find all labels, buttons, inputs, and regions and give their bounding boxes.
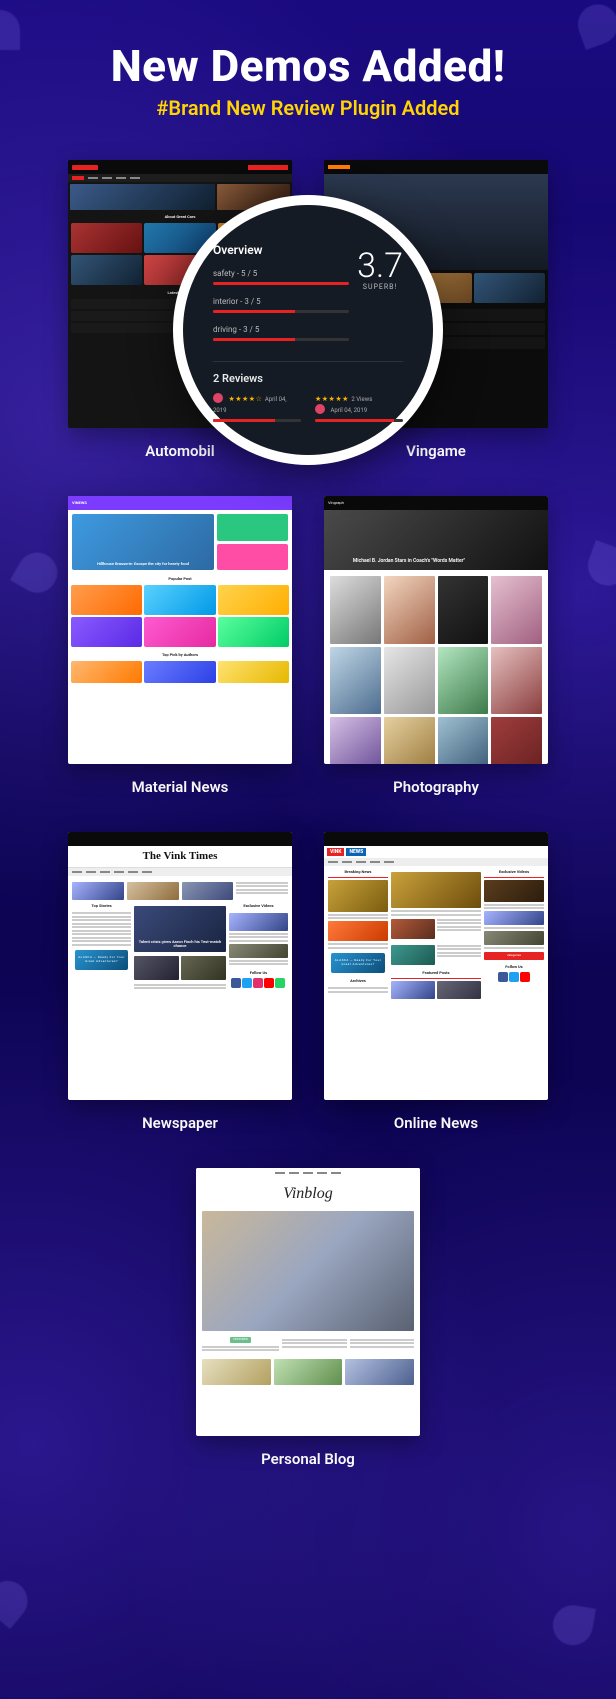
- photography-hero-caption: Michael B. Jordan Stars in Coach's "Word…: [330, 558, 488, 564]
- section-heading: Exclusive Videos: [484, 870, 544, 878]
- vinknews-logo: VINKNEWS: [324, 846, 548, 858]
- demo-label: Photography: [324, 778, 548, 796]
- materialnews-hero-caption: Hillhouse Brasserie: Escape the city for…: [75, 562, 211, 567]
- review-plugin-overview: Overview safety - 5 / 5 interior - 3 / 5…: [173, 195, 443, 465]
- review-item: ★★★★★ 2 Views April 04, 2019: [315, 393, 403, 422]
- vingame-logo: [328, 165, 350, 169]
- demo-newspaper[interactable]: The Vink Times Top Stories ALASKA — Read…: [68, 832, 292, 1132]
- hero-subtitle: #Brand New Review Plugin Added: [0, 96, 616, 120]
- section-heading: Follow Us: [229, 967, 288, 978]
- newspaper-masthead: The Vink Times: [68, 846, 292, 868]
- hero-title: New Demos Added!: [0, 40, 616, 92]
- demo-label: Online News: [324, 1114, 548, 1132]
- personal-hero-photo: [202, 1211, 414, 1331]
- demo-label: Newspaper: [68, 1114, 292, 1132]
- section-heading: Featured Posts: [391, 967, 481, 979]
- star-rating-icon: ★★★★★: [315, 395, 349, 403]
- automobil-logo: [72, 165, 98, 170]
- demo-photography[interactable]: Vingraph Michael B. Jordan Stars in Coac…: [324, 496, 548, 796]
- flower-decoration: [556, 1569, 616, 1659]
- section-heading: Archives: [328, 977, 388, 986]
- metric-safety: safety - 5 / 5: [213, 269, 349, 285]
- overview-score: 3.7 SUPERB!: [357, 243, 403, 291]
- section-heading: Top Pick by Authors: [68, 650, 292, 658]
- demo-personal-blog[interactable]: Vinblog FEATURED Personal Blog: [196, 1168, 420, 1468]
- metric-driving: driving - 3 / 5: [213, 325, 349, 341]
- review-item: ★★★★☆ April 04, 2019: [213, 393, 301, 422]
- vinews-logo: VINEWS: [72, 501, 87, 506]
- vinblog-logo: Vinblog: [196, 1178, 420, 1209]
- reviews-title: 2 Reviews: [213, 372, 403, 385]
- demo-photography-thumb: Vingraph Michael B. Jordan Stars in Coac…: [324, 496, 548, 764]
- demo-newspaper-thumb: The Vink Times Top Stories ALASKA — Read…: [68, 832, 292, 1100]
- vingraph-logo: Vingraph: [328, 501, 344, 506]
- hero-header: New Demos Added! #Brand New Review Plugi…: [0, 0, 616, 120]
- section-heading: Top Stories: [72, 904, 131, 911]
- star-rating-icon: ★★★★☆: [228, 395, 262, 403]
- demo-label: Personal Blog: [196, 1450, 420, 1468]
- section-heading: Exclusive Videos: [229, 904, 288, 911]
- demo-materialnews-thumb: VINEWS Hillhouse Brasserie: Escape the c…: [68, 496, 292, 764]
- overview-title: Overview: [213, 243, 349, 257]
- demo-online-news[interactable]: VINKNEWS Breaking News ALASKA — Ready Fo…: [324, 832, 548, 1132]
- flower-decoration: [0, 1589, 60, 1679]
- section-heading: Breaking News: [328, 870, 388, 878]
- alaska-promo: ALASKA — Ready For Your Great Adventures…: [331, 953, 385, 973]
- newspaper-headline: Talent crisis gives Aaron Finch his Test…: [137, 940, 223, 950]
- demo-onlinenews-thumb: VINKNEWS Breaking News ALASKA — Ready Fo…: [324, 832, 548, 1100]
- section-heading: Follow Us: [484, 963, 544, 972]
- avatar-icon: [213, 393, 223, 403]
- section-heading: Popular Post: [68, 574, 292, 582]
- demo-material-news[interactable]: VINEWS Hillhouse Brasserie: Escape the c…: [68, 496, 292, 796]
- demo-label: Material News: [68, 778, 292, 796]
- alaska-promo: ALASKA — Ready For Your Great Adventures…: [75, 950, 128, 970]
- metric-interior: interior - 3 / 5: [213, 297, 349, 313]
- demo-personal-thumb: Vinblog FEATURED: [196, 1168, 420, 1436]
- avatar-icon: [315, 404, 325, 414]
